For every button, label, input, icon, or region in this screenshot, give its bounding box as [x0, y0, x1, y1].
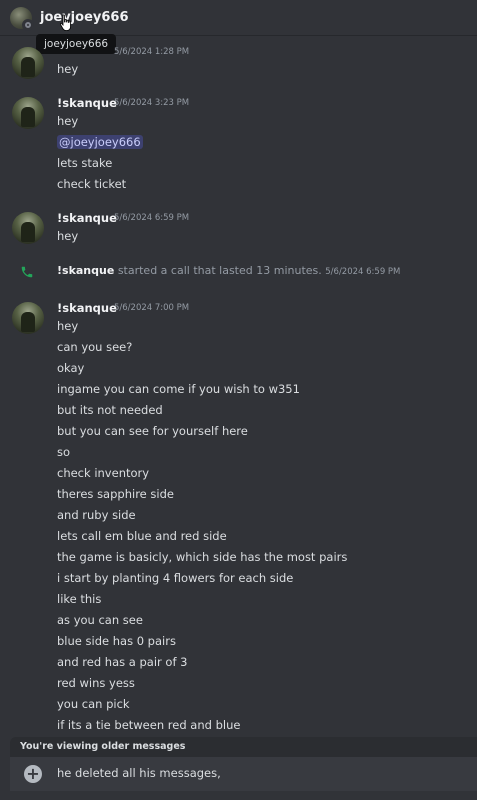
- message-list[interactable]: 5/6/2024 1:28 PM hey !skanque 5/6/2024 3…: [0, 37, 477, 737]
- message-composer[interactable]: + he deleted all his messages,: [10, 757, 477, 791]
- message-line: hey: [57, 114, 79, 128]
- header-username[interactable]: joeyjoey666: [40, 10, 129, 25]
- message-line: hey: [57, 62, 79, 76]
- plus-circle-icon[interactable]: +: [24, 765, 42, 783]
- avatar[interactable]: [12, 97, 44, 129]
- message-line: ingame you can come if you wish to w351: [57, 382, 300, 396]
- message-line: and red has a pair of 3: [57, 655, 188, 669]
- header-avatar[interactable]: [10, 6, 34, 31]
- message-line: but you can see for yourself here: [57, 424, 248, 438]
- message-author[interactable]: !skanque: [57, 96, 117, 110]
- message-line: check ticket: [57, 177, 127, 191]
- avatar[interactable]: [12, 302, 44, 334]
- message-timestamp: 5/6/2024 1:28 PM: [114, 47, 190, 57]
- message-line: and ruby side: [57, 508, 136, 522]
- message-author[interactable]: !skanque: [57, 301, 117, 315]
- message-line: i start by planting 4 flowers for each s…: [57, 571, 294, 585]
- message-line: the game is basicly, which side has the …: [57, 550, 348, 564]
- user-mention[interactable]: @joeyjoey666: [57, 135, 143, 149]
- avatar[interactable]: [12, 47, 44, 79]
- call-author[interactable]: !skanque: [57, 264, 114, 277]
- message-line: lets stake: [57, 156, 113, 170]
- message-line: blue side has 0 pairs: [57, 634, 176, 648]
- call-system-text: !skanque started a call that lasted 13 m…: [57, 264, 400, 277]
- message-timestamp: 5/6/2024 7:00 PM: [114, 303, 190, 313]
- message-line: so: [57, 445, 71, 459]
- message-timestamp: 5/6/2024 6:59 PM: [114, 213, 190, 223]
- message-line: theres sapphire side: [57, 487, 174, 501]
- older-messages-banner[interactable]: You're viewing older messages: [10, 737, 477, 757]
- phone-icon: [21, 266, 33, 278]
- message-line: red wins yess: [57, 676, 135, 690]
- call-timestamp: 5/6/2024 6:59 PM: [325, 267, 401, 277]
- message-line: you can pick: [57, 697, 130, 711]
- message-input[interactable]: he deleted all his messages,: [57, 766, 221, 780]
- message-line: if its a tie between red and blue: [57, 718, 241, 732]
- message-line: like this: [57, 592, 102, 606]
- message-author[interactable]: !skanque: [57, 211, 117, 225]
- message-line: check inventory: [57, 466, 150, 480]
- hand-cursor-icon: [60, 14, 71, 31]
- message-timestamp: 5/6/2024 3:23 PM: [114, 98, 190, 108]
- offline-status-icon: [22, 18, 34, 31]
- message-line: hey: [57, 229, 79, 243]
- message-line: hey: [57, 319, 79, 333]
- call-description: started a call that lasted 13 minutes.: [117, 264, 322, 277]
- avatar[interactable]: [12, 212, 44, 244]
- message-line: but its not needed: [57, 403, 163, 417]
- message-line: as you can see: [57, 613, 143, 627]
- message-line: okay: [57, 361, 85, 375]
- message-line: can you see?: [57, 340, 133, 354]
- message-line: lets call em blue and red side: [57, 529, 227, 543]
- message-line: @joeyjoey666: [57, 135, 143, 149]
